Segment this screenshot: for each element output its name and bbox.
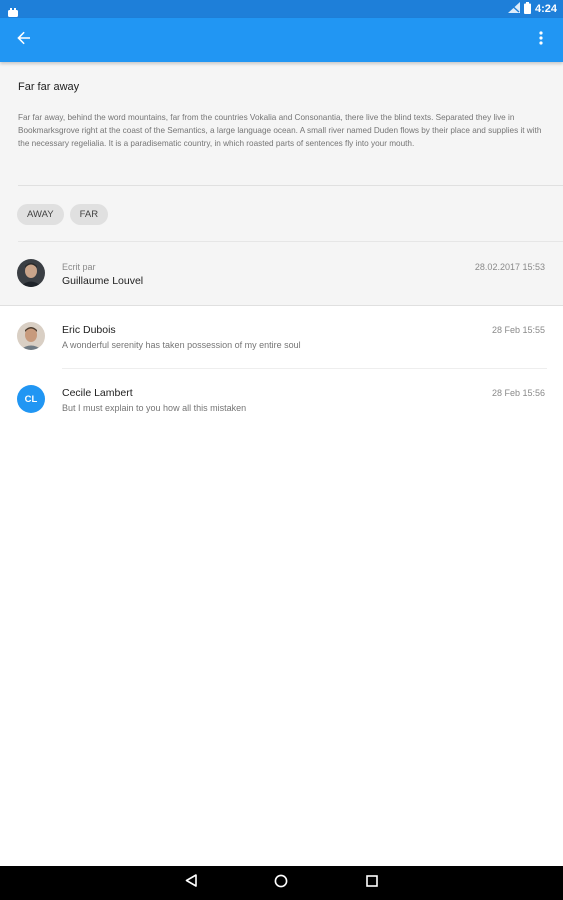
nav-back-icon [185,874,197,892]
divider [18,185,563,186]
tag-list: AWAY FAR [17,204,109,225]
nav-home-button[interactable] [273,874,289,893]
nav-back-button[interactable] [183,874,199,892]
back-button[interactable] [12,28,36,52]
battery-icon [523,1,531,17]
status-indicators: 4:24 [507,1,557,17]
nav-recents-icon [366,874,378,892]
author-row: Ecrit par Guillaume Louvel 28.02.2017 15… [0,242,563,306]
tag-chip[interactable]: AWAY [17,204,64,225]
post-date: 28.02.2017 15:53 [474,262,545,272]
comment-item[interactable]: Eric Dubois A wonderful serenity has tak… [0,306,563,369]
author-name: Guillaume Louvel [62,275,144,287]
post-header: Far far away Far far away, behind the wo… [0,62,563,306]
comment-text: But I must explain to you how all this m… [62,403,247,413]
status-bar: 4:24 [0,0,563,18]
signal-icon [507,2,520,16]
app-bar [0,18,563,62]
android-notification-icon [8,4,18,17]
comment-author: Cecile Lambert [62,387,133,399]
status-time: 4:24 [534,3,557,15]
nav-home-icon [274,874,288,893]
overflow-menu-button[interactable] [529,28,553,52]
arrow-back-icon [17,31,31,50]
tag-chip[interactable]: FAR [69,204,109,225]
screen: 4:24 Far far away Far far away, behind t… [0,0,563,900]
author-avatar [17,259,45,287]
system-nav-bar [0,866,563,900]
comment-avatar [17,322,45,350]
comment-date: 28 Feb 15:56 [491,388,545,398]
comment-item[interactable]: CL Cecile Lambert But I must explain to … [0,369,563,432]
comment-author: Eric Dubois [62,324,116,336]
comment-date: 28 Feb 15:55 [491,325,545,335]
post-description: Far far away, behind the word mountains,… [18,113,542,148]
comment-text: A wonderful serenity has taken possessio… [62,340,301,350]
comment-avatar-initials: CL [17,385,45,413]
nav-recents-button[interactable] [364,875,380,891]
more-vert-icon [539,30,543,50]
post-title: Far far away [18,81,80,93]
author-label: Ecrit par [62,262,96,272]
